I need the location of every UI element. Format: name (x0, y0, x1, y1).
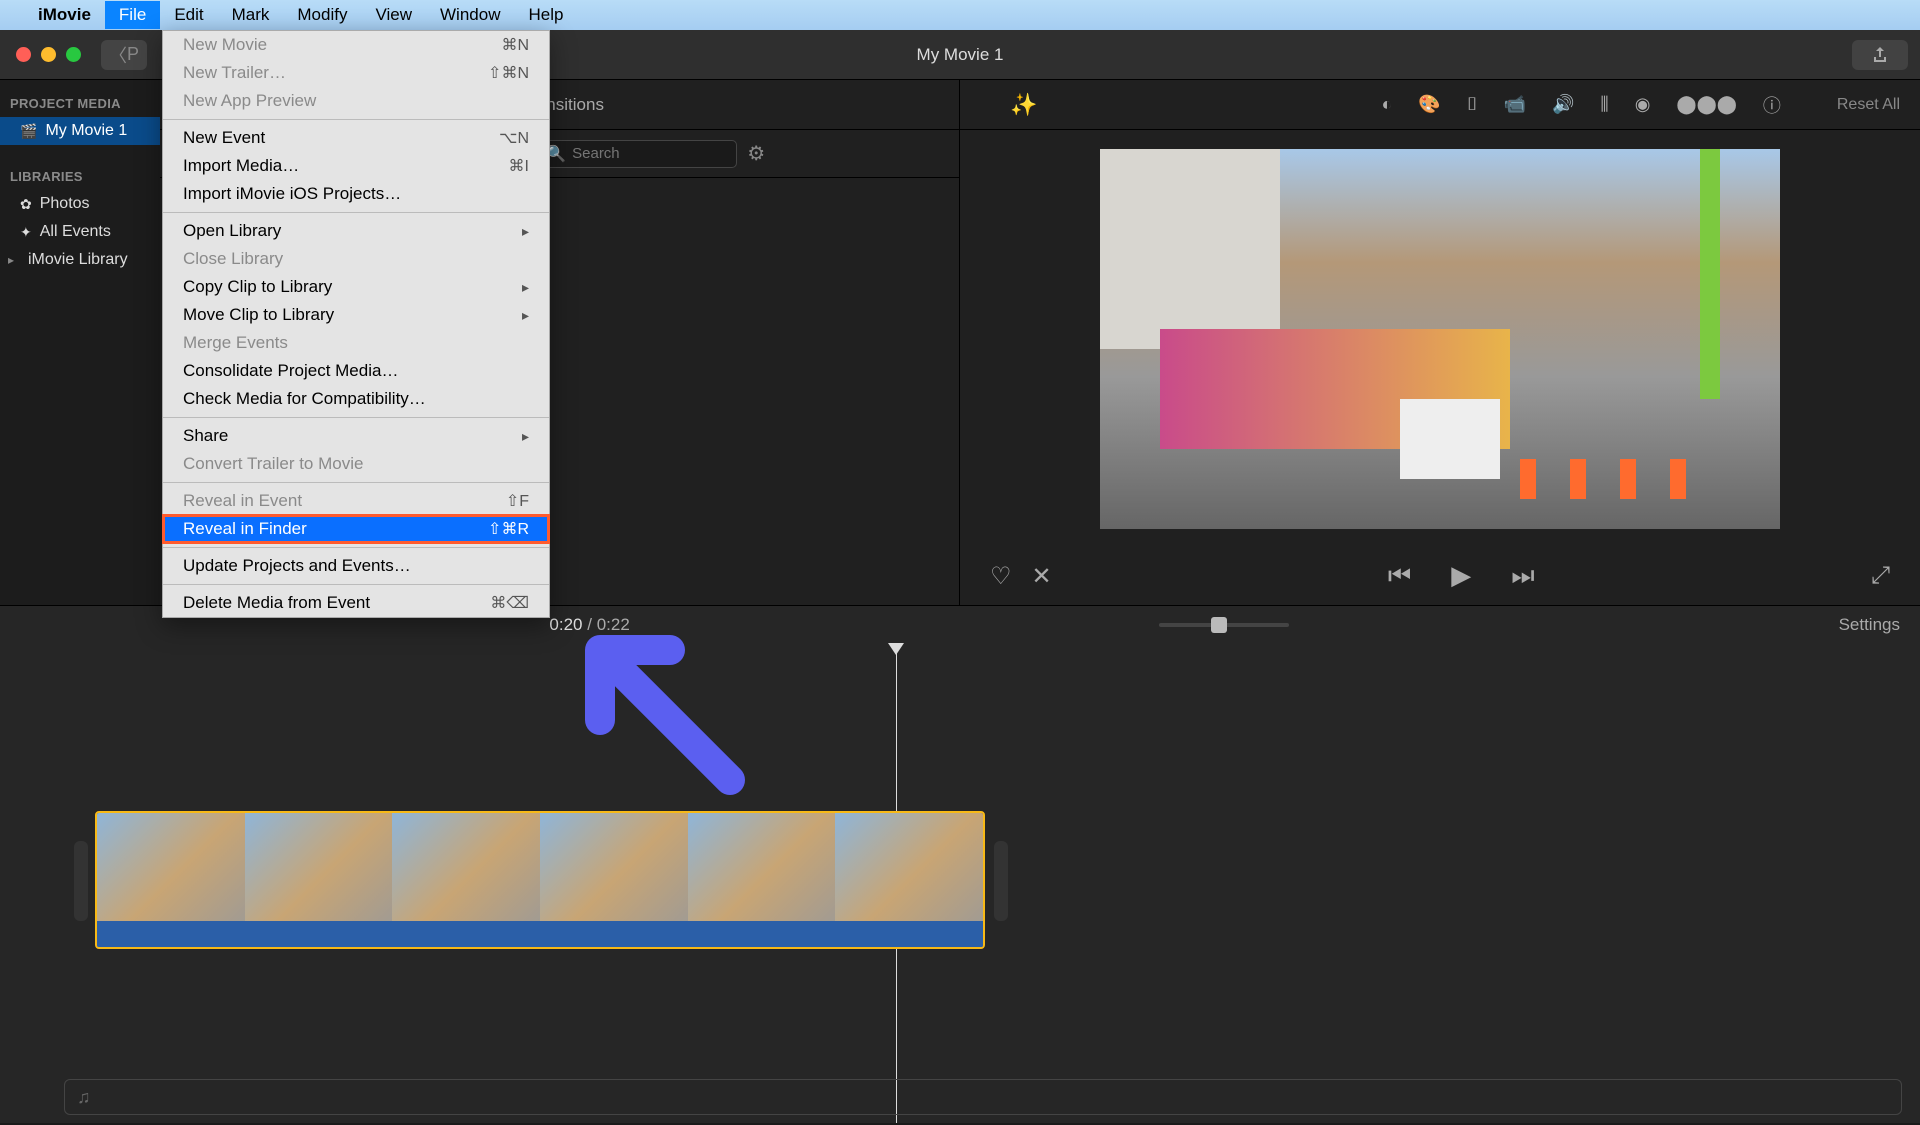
menu-new-trailer[interactable]: New Trailer…⇧⌘N (163, 59, 549, 87)
menu-mark[interactable]: Mark (218, 1, 284, 29)
music-icon: ♫ (77, 1087, 91, 1108)
close-window-icon[interactable] (16, 47, 31, 62)
sidebar-item-library[interactable]: ▸ iMovie Library (0, 246, 160, 274)
sidebar: PROJECT MEDIA 🎬 My Movie 1 LIBRARIES ✿ Pho… (0, 80, 160, 605)
crop-icon[interactable]: ⌷ (1467, 94, 1478, 115)
fullscreen-icon[interactable]: ⤢ (1871, 562, 1890, 590)
share-icon (1870, 45, 1890, 65)
volume-icon[interactable]: 🔊 (1552, 94, 1574, 115)
star-icon: ✦ (20, 224, 32, 241)
menu-move-clip[interactable]: Move Clip to Library▸ (163, 301, 549, 329)
play-button[interactable]: ▶ (1451, 560, 1471, 592)
playback-controls: ♡ ✕ ⏮ ▶ ⏭ ⤢ (960, 547, 1920, 605)
share-button[interactable] (1852, 40, 1908, 70)
filter-icon[interactable]: ⬤⬤⬤ (1676, 94, 1736, 115)
adjustment-bar: ✨ ◐ 🎨 ⌷ 📹 🔊 ⫼ ◉ ⬤⬤⬤ ⓘ Reset All (960, 80, 1920, 130)
stabilize-icon[interactable]: 📹 (1504, 94, 1526, 115)
menu-help[interactable]: Help (514, 1, 577, 29)
zoom-slider[interactable] (1159, 623, 1289, 627)
menu-copy-clip[interactable]: Copy Clip to Library▸ (163, 273, 549, 301)
sidebar-item-label: My Movie 1 (45, 122, 127, 140)
playhead-time: 0:20 / 0:22 (549, 615, 629, 635)
menu-convert-trailer[interactable]: Convert Trailer to Movie (163, 450, 549, 478)
menu-modify[interactable]: Modify (283, 1, 361, 29)
next-button[interactable]: ⏭ (1511, 560, 1534, 592)
color-balance-icon[interactable]: ◐ (1381, 94, 1392, 115)
menu-import-ios[interactable]: Import iMovie iOS Projects… (163, 180, 549, 208)
menu-new-event[interactable]: New Event⌥N (163, 124, 549, 152)
menu-share[interactable]: Share▸ (163, 422, 549, 450)
sidebar-section-project: PROJECT MEDIA (0, 90, 160, 117)
gear-icon[interactable]: ⚙ (747, 141, 765, 166)
equalizer-icon[interactable]: ⫼ (1600, 94, 1608, 115)
project-title: My Movie 1 (917, 45, 1004, 65)
search-input[interactable]: 🔍 (537, 140, 737, 168)
file-menu-dropdown: New Movie⌘N New Trailer…⇧⌘N New App Prev… (162, 30, 550, 618)
chevron-right-icon[interactable]: ▸ (8, 253, 18, 267)
audio-waveform (97, 921, 983, 947)
menu-check-media[interactable]: Check Media for Compatibility… (163, 385, 549, 413)
menu-consolidate[interactable]: Consolidate Project Media… (163, 357, 549, 385)
video-frame (1100, 149, 1780, 529)
back-button[interactable]: 〈 P (101, 40, 147, 70)
info-icon[interactable]: ⓘ (1763, 92, 1781, 118)
flower-icon: ✿ (20, 196, 32, 213)
time-separator: / (587, 615, 592, 634)
sidebar-item-all-events[interactable]: ✦ All Events (0, 218, 160, 246)
menu-edit[interactable]: Edit (160, 1, 217, 29)
menu-new-app-preview[interactable]: New App Preview (163, 87, 549, 115)
sidebar-item-label: Photos (40, 195, 90, 213)
search-field[interactable] (572, 145, 728, 162)
timeline-clip[interactable] (95, 811, 985, 949)
menu-delete-media[interactable]: Delete Media from Event⌘⌫ (163, 589, 549, 617)
sidebar-item-label: All Events (40, 223, 111, 241)
audio-track[interactable]: ♫ (64, 1079, 1902, 1115)
maximize-window-icon[interactable] (66, 47, 81, 62)
speed-icon[interactable]: ◉ (1635, 94, 1651, 115)
current-time: 0:20 (549, 615, 582, 634)
menu-window[interactable]: Window (426, 1, 514, 29)
window-controls (16, 47, 81, 62)
timeline[interactable]: ♫ (0, 643, 1920, 1123)
minimize-window-icon[interactable] (41, 47, 56, 62)
total-time: 0:22 (597, 615, 630, 634)
back-label: P (127, 44, 139, 65)
app-name[interactable]: iMovie (38, 5, 91, 25)
clapper-icon: 🎬 (20, 123, 37, 140)
color-correction-icon[interactable]: 🎨 (1418, 94, 1440, 115)
sidebar-item-photos[interactable]: ✿ Photos (0, 190, 160, 218)
favorite-icon[interactable]: ♡ (990, 562, 1012, 591)
menu-merge-events[interactable]: Merge Events (163, 329, 549, 357)
sidebar-section-libraries: LIBRARIES (0, 163, 160, 190)
preview-panel: ✨ ◐ 🎨 ⌷ 📹 🔊 ⫼ ◉ ⬤⬤⬤ ⓘ Reset All ♡ ✕ ⏮ (960, 80, 1920, 605)
menu-close-library[interactable]: Close Library (163, 245, 549, 273)
clip-handle-left[interactable] (74, 841, 88, 921)
menu-file[interactable]: File (105, 1, 160, 29)
clip-handle-right[interactable] (994, 841, 1008, 921)
reset-all-button[interactable]: Reset All (1837, 96, 1900, 114)
menu-update-projects[interactable]: Update Projects and Events… (163, 552, 549, 580)
video-viewer[interactable] (960, 130, 1920, 547)
prev-button[interactable]: ⏮ (1388, 560, 1411, 592)
reject-icon[interactable]: ✕ (1032, 562, 1052, 591)
wand-icon[interactable]: ✨ (1010, 92, 1037, 118)
menu-reveal-event[interactable]: Reveal in Event⇧F (163, 487, 549, 515)
menu-new-movie[interactable]: New Movie⌘N (163, 31, 549, 59)
menu-import-media[interactable]: Import Media…⌘I (163, 152, 549, 180)
menu-open-library[interactable]: Open Library▸ (163, 217, 549, 245)
sidebar-item-label: iMovie Library (28, 251, 128, 269)
menu-view[interactable]: View (361, 1, 426, 29)
sidebar-item-project[interactable]: 🎬 My Movie 1 (0, 117, 160, 145)
menubar: iMovie File Edit Mark Modify View Window… (0, 0, 1920, 30)
timeline-settings-button[interactable]: Settings (1839, 615, 1900, 635)
menu-reveal-finder[interactable]: Reveal in Finder⇧⌘R (163, 515, 549, 543)
